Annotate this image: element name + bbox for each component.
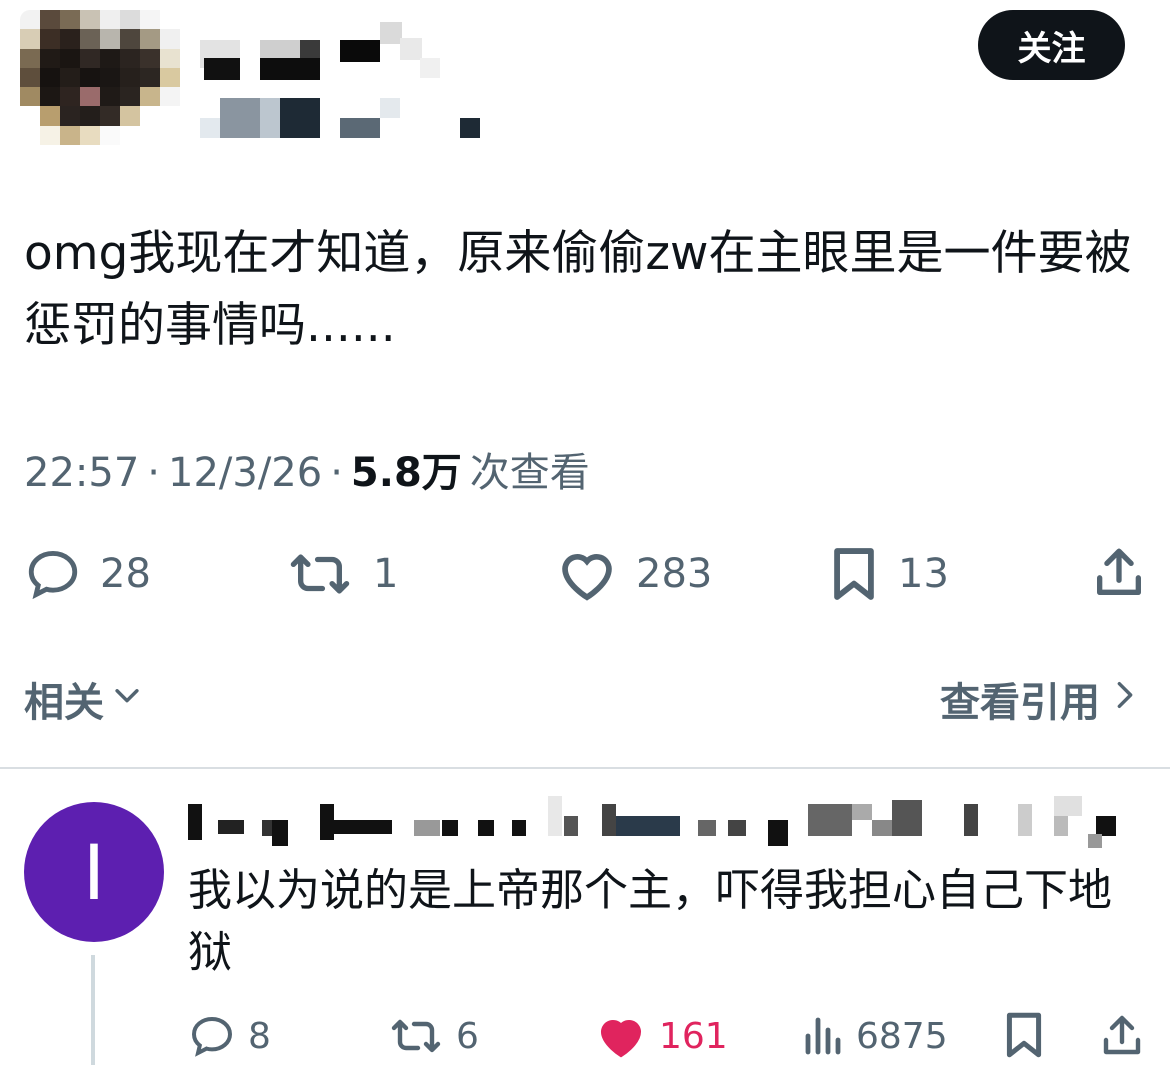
like-action[interactable]: 283	[556, 545, 712, 603]
related-label: 相关	[24, 680, 104, 726]
reply-reply-count: 8	[248, 1015, 271, 1057]
view-count-label: 次查看	[469, 450, 590, 496]
views-icon	[800, 1012, 844, 1060]
view-count: 5.8万	[350, 450, 462, 496]
meta-separator: ·	[147, 450, 160, 496]
reply-view-count: 6875	[856, 1015, 948, 1057]
tweet-date[interactable]: 12/3/26	[168, 450, 322, 496]
heart-icon	[556, 545, 618, 603]
view-quotes-label: 查看引用	[940, 680, 1100, 726]
retweet-icon	[388, 1012, 444, 1060]
tweet-text: omg我现在才知道，原来偷偷zw在主眼里是一件要被惩罚的事情吗......	[24, 226, 1132, 353]
author-handle-pixelated	[200, 98, 500, 138]
bookmark-icon	[1002, 1010, 1046, 1060]
reply-retweet-count: 6	[456, 1015, 479, 1057]
reply-author-pixelated[interactable]	[188, 796, 1148, 856]
bookmark-icon	[828, 545, 880, 603]
follow-button[interactable]: 关注	[978, 10, 1125, 80]
chevron-down-icon	[110, 676, 144, 722]
view-quotes-link[interactable]: 查看引用	[940, 670, 1140, 728]
reply-text: 我以为说的是上帝那个主，吓得我担心自己下地狱	[188, 865, 1112, 978]
author-name-pixelated[interactable]	[200, 20, 500, 80]
related-dropdown[interactable]: 相关	[24, 670, 144, 728]
reply-like-count: 161	[659, 1015, 728, 1057]
share-action[interactable]	[1090, 543, 1148, 603]
divider	[0, 767, 1170, 769]
retweet-icon	[285, 545, 355, 603]
reply-retweet-action[interactable]: 6	[388, 1012, 479, 1060]
reply-like-action[interactable]: 161	[595, 1012, 728, 1060]
tweet-action-bar: 28 1 283 13	[0, 540, 1170, 610]
heart-filled-icon	[595, 1012, 647, 1060]
chevron-right-icon	[1110, 676, 1140, 722]
reply-share-action[interactable]	[1098, 1010, 1146, 1062]
reply-bookmark-action[interactable]	[1002, 1010, 1046, 1060]
author-avatar-pixelated[interactable]	[20, 10, 180, 145]
like-count: 283	[636, 551, 713, 597]
reply-views-action[interactable]: 6875	[800, 1012, 948, 1060]
reply-action[interactable]: 28	[24, 545, 151, 603]
tweet-meta: 22:57 · 12/3/26 · 5.8万 次查看	[24, 440, 590, 498]
comment-icon	[188, 1012, 236, 1060]
bookmark-count: 13	[898, 551, 949, 597]
tweet-time[interactable]: 22:57	[24, 450, 139, 496]
meta-separator: ·	[330, 450, 343, 496]
comment-icon	[24, 545, 82, 603]
retweet-action[interactable]: 1	[285, 545, 398, 603]
share-icon	[1090, 543, 1148, 603]
reply-reply-action[interactable]: 8	[188, 1012, 271, 1060]
reply-action-bar: 8 6 161 6875	[0, 1008, 1170, 1068]
retweet-count: 1	[373, 551, 399, 597]
bookmark-action[interactable]: 13	[828, 545, 949, 603]
reply-count: 28	[100, 551, 151, 597]
share-icon	[1098, 1010, 1146, 1062]
reply-avatar[interactable]: I	[24, 802, 164, 942]
